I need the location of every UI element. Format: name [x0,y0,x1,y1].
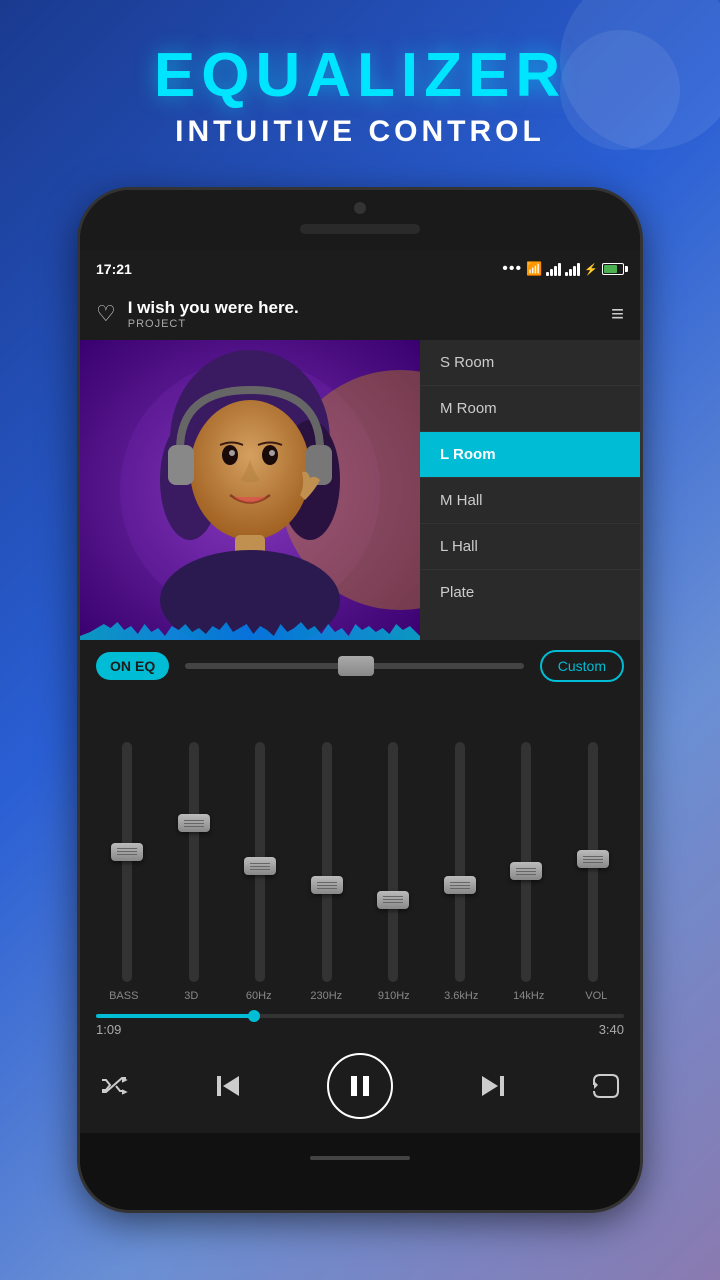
label-14khz: 14kHz [495,990,563,1002]
song-bar: ♡ I wish you were here. PROJECT ≡ [80,288,640,340]
app-title: EQUALIZER [0,40,720,111]
song-info: I wish you were here. PROJECT [128,298,599,330]
playback-controls [80,1045,640,1133]
preset-plate[interactable]: Plate [420,570,640,615]
phone-top-bezel [80,190,640,250]
eq-sliders-section [80,692,640,982]
custom-button[interactable]: Custom [540,650,624,682]
reverb-slider[interactable] [185,656,524,676]
slider-thumb-230hz[interactable] [311,876,343,894]
reverb-thumb[interactable] [338,656,374,676]
slider-thumb-bass[interactable] [111,843,143,861]
header-section: EQUALIZER INTUITIVE CONTROL [0,0,720,149]
signal-bars-1 [546,262,561,276]
current-time: 1:09 [96,1022,121,1037]
status-icons: ••• 📶 ⚡ [502,260,624,278]
sliders-container [90,702,630,982]
slider-3d [161,742,228,982]
album-art-container [80,340,420,640]
progress-thumb[interactable] [248,1010,260,1022]
on-label: ON [110,658,131,674]
slider-14khz [493,742,560,982]
wifi-icon: 📶 [526,261,542,277]
label-60hz: 60Hz [225,990,293,1002]
shuffle-button[interactable] [100,1074,128,1098]
lightning-icon: ⚡ [584,263,598,276]
home-indicator [310,1156,410,1160]
label-230hz: 230Hz [293,990,361,1002]
song-title: I wish you were here. [128,298,599,318]
slider-bass [94,742,161,982]
slider-track-vol[interactable] [588,742,598,982]
preset-l-room[interactable]: L Room [420,432,640,478]
on-eq-button[interactable]: ON EQ [96,652,169,680]
menu-icon[interactable]: ≡ [611,301,624,327]
album-art [80,340,420,640]
slider-track-3d[interactable] [189,742,199,982]
phone-frame: 17:21 ••• 📶 ⚡ [80,190,640,1210]
next-button[interactable] [478,1072,508,1100]
phone-speaker [300,224,420,234]
slider-thumb-36khz[interactable] [444,876,476,894]
slider-track-36khz[interactable] [455,742,465,982]
dots-icon: ••• [502,260,522,278]
label-3d: 3D [158,990,226,1002]
label-vol: VOL [563,990,631,1002]
slider-vol [560,742,627,982]
slider-36khz [427,742,494,982]
slider-track-60hz[interactable] [255,742,265,982]
main-content: S Room M Room L Room M Hall L Hall Plate [80,340,640,640]
label-bass: BASS [90,990,158,1002]
progress-track[interactable] [96,1014,624,1018]
total-time: 3:40 [599,1022,624,1037]
eq-label: EQ [135,658,155,674]
phone-camera [354,202,366,214]
slider-thumb-910hz[interactable] [377,891,409,909]
album-art-illustration [80,340,420,640]
song-project: PROJECT [128,318,599,330]
slider-labels: BASS 3D 60Hz 230Hz 910Hz 3.6kHz 14kHz VO… [80,982,640,1010]
battery-icon [602,263,624,275]
progress-fill [96,1014,254,1018]
prev-button[interactable] [213,1072,243,1100]
progress-section: 1:09 3:40 [80,1010,640,1045]
slider-910hz [360,742,427,982]
preset-m-hall[interactable]: M Hall [420,478,640,524]
signal-bars-2 [565,262,580,276]
slider-thumb-60hz[interactable] [244,857,276,875]
slider-track-230hz[interactable] [322,742,332,982]
time-row: 1:09 3:40 [96,1018,624,1041]
slider-track-bass[interactable] [122,742,132,982]
label-910hz: 910Hz [360,990,428,1002]
status-time: 17:21 [96,261,132,277]
slider-thumb-vol[interactable] [577,850,609,868]
slider-230hz [294,742,361,982]
app-subtitle: INTUITIVE CONTROL [0,115,720,149]
slider-track-910hz[interactable] [388,742,398,982]
play-pause-button[interactable] [327,1053,393,1119]
slider-60hz [227,742,294,982]
preset-l-hall[interactable]: L Hall [420,524,640,570]
reverb-track [185,663,524,669]
preset-m-room[interactable]: M Room [420,386,640,432]
status-bar: 17:21 ••• 📶 ⚡ [80,250,640,288]
slider-track-14khz[interactable] [521,742,531,982]
phone-bottom-bezel [80,1133,640,1183]
heart-icon[interactable]: ♡ [96,301,116,327]
slider-thumb-14khz[interactable] [510,862,542,880]
slider-thumb-3d[interactable] [178,814,210,832]
preset-list: S Room M Room L Room M Hall L Hall Plate [420,340,640,640]
eq-controls: ON EQ Custom [80,640,640,692]
preset-s-room[interactable]: S Room [420,340,640,386]
repeat-button[interactable] [592,1073,620,1099]
label-36khz: 3.6kHz [428,990,496,1002]
